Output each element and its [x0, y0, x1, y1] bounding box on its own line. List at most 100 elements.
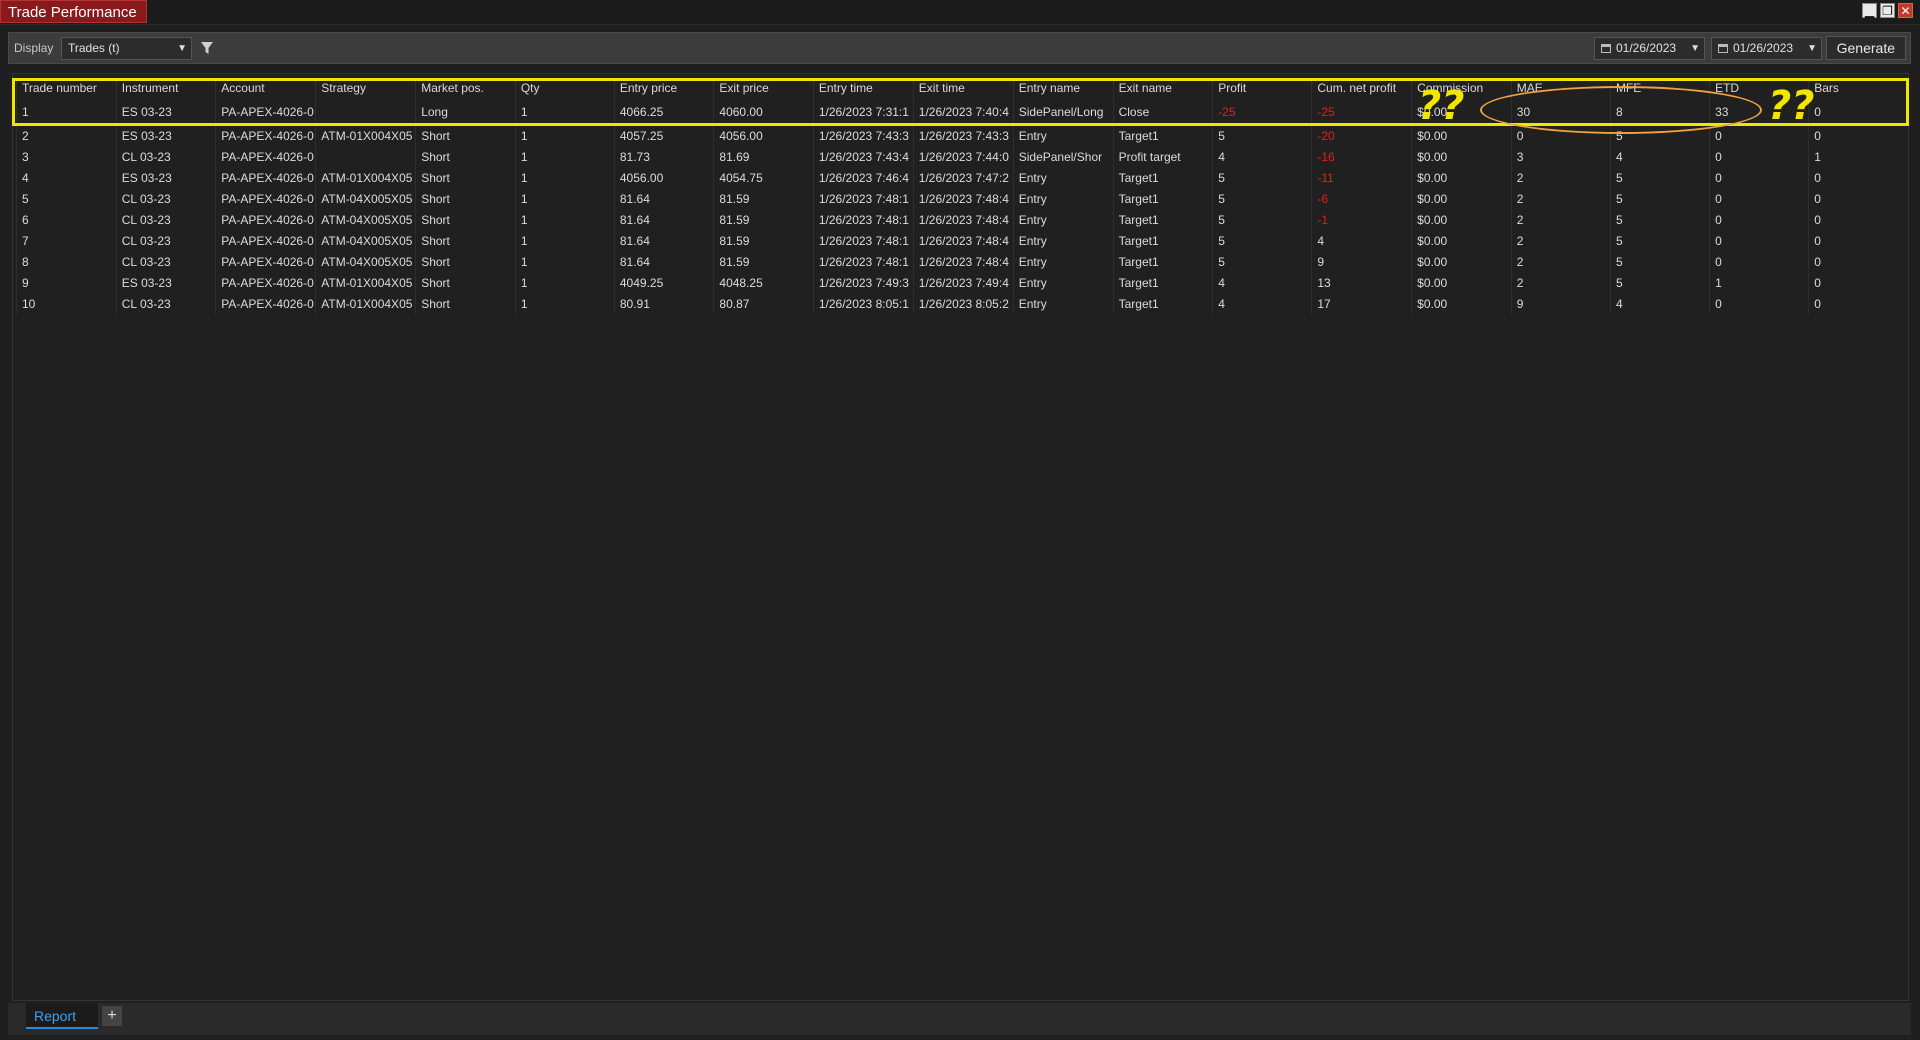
table-cell: 5	[1609, 188, 1710, 209]
table-cell: 10	[16, 293, 117, 314]
table-cell: 4054.75	[713, 167, 814, 188]
table-cell: 0	[1808, 251, 1908, 272]
table-cell: 1	[514, 230, 615, 251]
table-row[interactable]: 6 CL 03-23 PA-APEX-4026-0 ATM-04X005X05 Shor…	[16, 209, 1908, 230]
table-cell: Entry	[1012, 167, 1114, 188]
table-cell: 17	[1311, 293, 1412, 314]
table-row[interactable]: 9 ES 03-23 PA-APEX-4026-0 ATM-01X004X05 Shor…	[16, 272, 1908, 293]
table-cell: -20	[1311, 125, 1412, 146]
title-bar: Trade Performance ▁ ❐ ✕	[0, 0, 1920, 25]
table-cell: Short	[415, 209, 516, 230]
table-cell: 0	[1709, 230, 1809, 251]
table-cell: 0	[1808, 167, 1908, 188]
table-cell: ATM-01X004X05	[315, 125, 416, 146]
table-cell: Short	[415, 230, 516, 251]
table-cell: 1	[514, 293, 615, 314]
table-cell: $0.00	[1411, 209, 1512, 230]
table-cell: 9	[1510, 293, 1611, 314]
table-cell: Target1	[1112, 251, 1213, 272]
table-cell: 0	[1808, 188, 1908, 209]
table-cell: CL 03-23	[115, 251, 216, 272]
table-cell: PA-APEX-4026-0	[215, 272, 316, 293]
table-cell: 9	[1311, 251, 1412, 272]
table-cell: $0.00	[1411, 230, 1512, 251]
table-cell: 1/26/2023 7:43:4	[812, 146, 914, 167]
trades-grid: Trade number Instrument Account Strategy Mar…	[12, 73, 1909, 1001]
minimize-icon[interactable]: ▁	[1862, 3, 1877, 18]
table-cell: 81.64	[613, 230, 714, 251]
table-cell: 2	[1510, 230, 1611, 251]
table-cell: 5	[1212, 125, 1312, 146]
table-cell: 5	[16, 188, 117, 209]
table-cell: ES 03-23	[115, 272, 216, 293]
table-cell: ATM-04X005X05	[315, 188, 416, 209]
table-cell: PA-APEX-4026-0	[215, 167, 316, 188]
table-cell: 0	[1808, 230, 1908, 251]
table-cell: Target1	[1112, 272, 1213, 293]
table-cell: 0	[1709, 188, 1809, 209]
table-cell: 1/26/2023 7:48:1	[812, 209, 914, 230]
table-cell: ATM-01X004X05	[315, 167, 416, 188]
table-cell: PA-APEX-4026-0	[215, 146, 316, 167]
table-cell: 9	[16, 272, 117, 293]
add-tab-button[interactable]: +	[102, 1006, 122, 1026]
table-cell: 4	[16, 167, 117, 188]
tab-report[interactable]: Report	[26, 1003, 98, 1029]
restore-icon[interactable]: ❐	[1880, 3, 1895, 18]
table-cell: CL 03-23	[115, 230, 216, 251]
table-row[interactable]: 8 CL 03-23 PA-APEX-4026-0 ATM-04X005X05 Shor…	[16, 251, 1908, 272]
calendar-icon	[1718, 44, 1728, 53]
table-cell: 81.59	[713, 251, 814, 272]
table-cell: 5	[1609, 209, 1710, 230]
table-cell: 1/26/2023 7:43:3	[912, 125, 1014, 146]
table-cell: 1/26/2023 7:43:3	[812, 125, 914, 146]
question-mark-left: ??	[1418, 83, 1465, 129]
close-icon[interactable]: ✕	[1898, 3, 1913, 18]
table-cell: $0.00	[1411, 272, 1512, 293]
table-cell: $0.00	[1411, 167, 1512, 188]
table-cell: 7	[16, 230, 117, 251]
table-cell: 5	[1609, 167, 1710, 188]
table-row[interactable]: 5 CL 03-23 PA-APEX-4026-0 ATM-04X005X05 Shor…	[16, 188, 1908, 209]
table-cell: 1/26/2023 7:48:1	[812, 230, 914, 251]
table-cell: 1	[1808, 146, 1908, 167]
table-cell: 8	[16, 251, 117, 272]
display-label: Display	[14, 41, 54, 55]
table-cell: ATM-04X005X05	[315, 209, 416, 230]
table-cell: 81.59	[713, 209, 814, 230]
table-cell: 81.64	[613, 209, 714, 230]
generate-button[interactable]: Generate	[1825, 36, 1906, 60]
table-row[interactable]: 3 CL 03-23 PA-APEX-4026-0 Short 1 81.73 81.69 1…	[16, 146, 1908, 167]
table-cell: 5	[1609, 230, 1710, 251]
date-from-value: 01/26/2023	[1616, 41, 1677, 55]
display-select[interactable]: Trades (t) ▼	[61, 37, 192, 60]
table-cell: 81.64	[613, 251, 714, 272]
date-to-picker[interactable]: 01/26/2023 ▼	[1711, 37, 1822, 60]
table-cell: PA-APEX-4026-0	[215, 209, 316, 230]
table-cell: 1	[514, 146, 615, 167]
date-from-picker[interactable]: 01/26/2023 ▼	[1594, 37, 1705, 60]
table-cell: 1/26/2023 7:48:4	[912, 209, 1014, 230]
table-cell: 1	[514, 272, 615, 293]
table-cell: 1/26/2023 7:48:1	[812, 251, 914, 272]
table-cell: Short	[415, 251, 516, 272]
table-cell: 0	[1808, 209, 1908, 230]
table-cell: CL 03-23	[115, 209, 216, 230]
table-cell: 1/26/2023 7:48:4	[912, 188, 1014, 209]
table-cell: 1/26/2023 8:05:1	[812, 293, 914, 314]
table-cell: 2	[1510, 188, 1611, 209]
table-cell: PA-APEX-4026-0	[215, 125, 316, 146]
chevron-down-icon: ▼	[177, 43, 187, 54]
table-row[interactable]: 10 CL 03-23 PA-APEX-4026-0 ATM-01X004X05 Sho…	[16, 293, 1908, 314]
table-cell: 1	[514, 167, 615, 188]
table-cell: ATM-04X005X05	[315, 251, 416, 272]
question-mark-right: ??	[1768, 83, 1815, 129]
table-cell: 81.73	[613, 146, 714, 167]
table-cell: 81.69	[713, 146, 814, 167]
table-cell: 1/26/2023 7:48:4	[912, 230, 1014, 251]
table-cell: 4056.00	[613, 167, 714, 188]
filter-icon[interactable]	[199, 39, 215, 57]
table-cell: 1	[514, 209, 615, 230]
table-row[interactable]: 4 ES 03-23 PA-APEX-4026-0 ATM-01X004X05 Shor…	[16, 167, 1908, 188]
table-row[interactable]: 7 CL 03-23 PA-APEX-4026-0 ATM-04X005X05 Shor…	[16, 230, 1908, 251]
